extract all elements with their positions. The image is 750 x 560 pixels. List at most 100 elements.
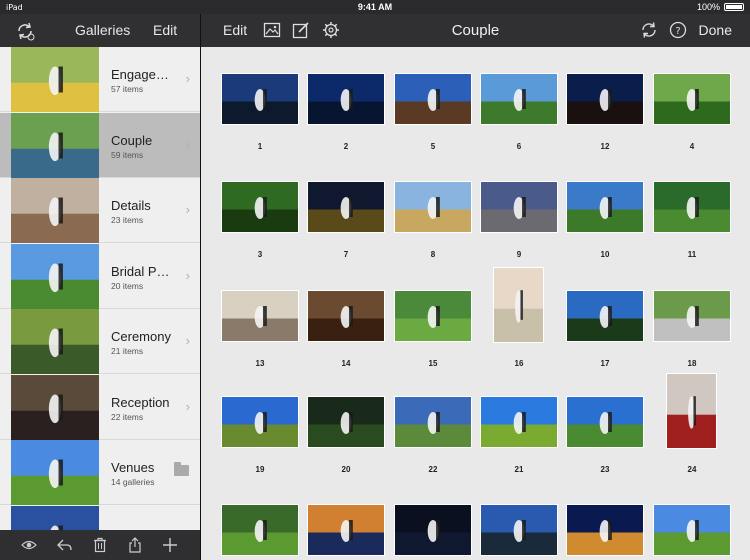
- photo-thumbnail[interactable]: [566, 290, 644, 342]
- photo-thumbnail[interactable]: [666, 373, 717, 449]
- galleries-button[interactable]: Galleries: [75, 22, 130, 38]
- refresh-icon[interactable]: [640, 21, 658, 39]
- photo-number: 18: [687, 359, 697, 368]
- photo-number: 1: [257, 142, 263, 151]
- gallery-count: 20 items: [111, 280, 144, 291]
- folder-icon: [174, 462, 189, 476]
- photo-thumbnail[interactable]: [221, 181, 299, 233]
- gallery-item[interactable]: Venues 14 galleries: [0, 440, 200, 505]
- status-time: 9:41 AM: [357, 2, 393, 12]
- trash-icon[interactable]: [92, 537, 108, 553]
- battery-percent: 100%: [696, 2, 720, 12]
- photo-thumbnail[interactable]: [307, 290, 385, 342]
- gallery-name: Reception: [111, 394, 170, 410]
- photo-thumbnail[interactable]: [566, 73, 644, 125]
- photo-number: 9: [516, 250, 522, 259]
- gallery-list: Engage… 57 items › Couple 59 items › Details 23…: [0, 47, 200, 530]
- photo-thumbnail[interactable]: [221, 73, 299, 125]
- status-bar: iPad 9:41 AM 100%: [0, 0, 750, 14]
- photo-thumbnail[interactable]: [493, 267, 544, 343]
- photo-thumbnail[interactable]: [307, 181, 385, 233]
- sidebar-header: Galleries Edit: [0, 14, 200, 47]
- photo-thumbnail[interactable]: [221, 396, 299, 448]
- photo-thumbnail[interactable]: [221, 504, 299, 556]
- gallery-item[interactable]: Details 23 items ›: [0, 178, 200, 243]
- photo-thumbnail[interactable]: [480, 396, 558, 448]
- photo-number: 12: [600, 142, 610, 151]
- photo-number: 23: [600, 465, 610, 474]
- chevron-right-icon: ›: [185, 333, 190, 348]
- svg-text:?: ?: [675, 26, 680, 37]
- gallery-name: Ceremony: [111, 329, 171, 344]
- photo-grid: 1 2 5 6 12 4 3 7 8 9 10 11 13 14 15 16 17 18 19 20 22 21 23 24: [201, 47, 750, 560]
- chevron-right-icon: ›: [185, 267, 190, 283]
- photo-number: 2: [343, 142, 349, 151]
- photo-number: 22: [428, 465, 438, 474]
- chevron-right-icon: ›: [185, 202, 190, 217]
- sync-settings-icon[interactable]: [14, 20, 36, 42]
- photo-number: 19: [255, 465, 265, 474]
- gallery-count: 57 items: [111, 84, 144, 94]
- gallery-thumbnail: [11, 112, 99, 178]
- photo-number: 6: [516, 142, 522, 151]
- photo-thumbnail[interactable]: [394, 181, 472, 233]
- gallery-name: Engage…: [111, 67, 169, 82]
- photo-number: 24: [687, 465, 697, 474]
- gallery-item[interactable]: Reception 22 items ›: [0, 374, 200, 440]
- done-button[interactable]: Done: [699, 22, 732, 38]
- photo-number: 14: [341, 359, 351, 368]
- photo-thumbnail[interactable]: [566, 396, 644, 448]
- gallery-thumbnail: [11, 374, 99, 440]
- photo-thumbnail[interactable]: [394, 396, 472, 448]
- add-icon[interactable]: [162, 537, 178, 553]
- photo-number: 11: [687, 250, 697, 259]
- photo-thumbnail[interactable]: [653, 504, 731, 556]
- gallery-name: Venues: [111, 460, 155, 475]
- eye-icon[interactable]: [21, 537, 37, 553]
- gallery-item[interactable]: Bridal Pa… 20 items ›: [0, 243, 200, 309]
- photo-number: 8: [430, 250, 436, 259]
- photo-number: 7: [343, 250, 349, 259]
- photo-thumbnail[interactable]: [394, 290, 472, 342]
- photo-number: 21: [514, 465, 524, 474]
- photo-number: 13: [255, 359, 265, 368]
- photo-number: 4: [689, 142, 695, 151]
- battery-icon: [724, 3, 744, 11]
- gallery-name: Couple: [111, 132, 153, 148]
- photo-number: 15: [428, 359, 438, 368]
- gallery-count: 21 items: [111, 346, 144, 356]
- reply-icon[interactable]: [56, 537, 72, 553]
- gallery-thumbnail: [11, 440, 99, 505]
- gallery-thumbnail: [11, 309, 99, 374]
- gallery-count: 22 items: [111, 411, 144, 422]
- photo-thumbnail[interactable]: [566, 181, 644, 233]
- help-icon[interactable]: ?: [669, 21, 687, 39]
- sidebar-edit-button[interactable]: Edit: [153, 22, 177, 38]
- gallery-item[interactable]: [0, 505, 200, 530]
- photo-thumbnail[interactable]: [307, 396, 385, 448]
- gallery-item[interactable]: Ceremony 21 items ›: [0, 309, 200, 374]
- gallery-thumbnail: [11, 178, 99, 243]
- photo-thumbnail[interactable]: [394, 73, 472, 125]
- photo-thumbnail[interactable]: [307, 73, 385, 125]
- gallery-count: 14 galleries: [111, 477, 155, 487]
- gallery-count: 59 items: [111, 149, 144, 160]
- gallery-item[interactable]: Engage… 57 items ›: [0, 47, 200, 112]
- photo-thumbnail[interactable]: [480, 504, 558, 556]
- photo-thumbnail[interactable]: [653, 290, 731, 342]
- gallery-thumbnail: [11, 47, 99, 112]
- photo-thumbnail[interactable]: [221, 290, 299, 342]
- gallery-item[interactable]: Couple 59 items ›: [0, 112, 200, 178]
- photo-thumbnail[interactable]: [480, 181, 558, 233]
- photo-thumbnail[interactable]: [480, 73, 558, 125]
- photo-thumbnail[interactable]: [394, 504, 472, 556]
- photo-thumbnail[interactable]: [653, 73, 731, 125]
- photo-thumbnail[interactable]: [566, 504, 644, 556]
- photo-number: 17: [600, 359, 610, 368]
- photo-number: 10: [600, 250, 610, 259]
- sidebar-bottom-toolbar: [0, 530, 200, 560]
- photo-thumbnail[interactable]: [307, 504, 385, 556]
- share-icon[interactable]: [127, 537, 143, 553]
- photo-thumbnail[interactable]: [653, 181, 731, 233]
- chevron-right-icon: ›: [185, 71, 190, 86]
